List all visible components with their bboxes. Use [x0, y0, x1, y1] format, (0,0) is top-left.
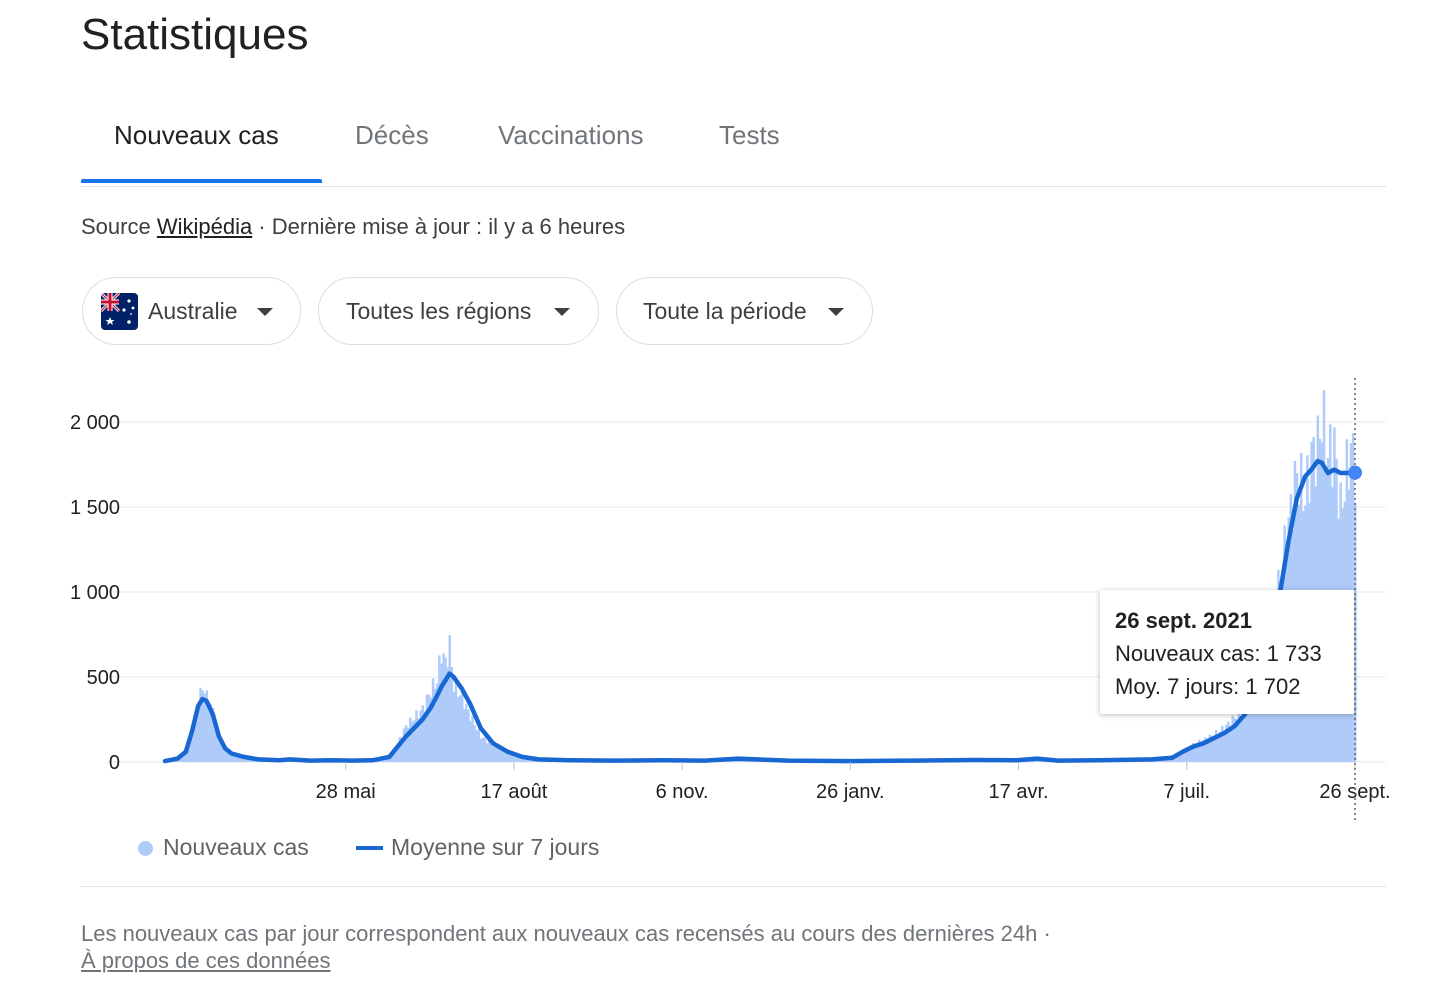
country-dropdown[interactable]: Australie — [82, 277, 301, 345]
legend-new-cases-marker — [138, 841, 153, 856]
x-tick-label: 17 août — [481, 781, 548, 803]
legend-new-cases-label: Nouveaux cas — [163, 834, 309, 860]
country-label: Australie — [148, 298, 238, 324]
tab-nouveaux-cas[interactable]: Nouveaux cas — [114, 120, 279, 151]
australia-flag-icon — [101, 293, 138, 330]
source-link[interactable]: Wikipédia — [157, 214, 252, 239]
y-tick-label: 1 500 — [70, 497, 120, 519]
y-tick-label: 0 — [109, 752, 120, 774]
chevron-down-icon — [257, 308, 273, 316]
source-prefix: Source — [81, 214, 151, 239]
chevron-down-icon — [554, 308, 570, 316]
source-line: Source Wikipédia · Dernière mise à jour … — [81, 214, 625, 240]
x-axis-ticks: 28 mai 17 août 6 nov. 26 janv. 17 avr. 7 juil… — [316, 762, 1391, 803]
chevron-down-icon — [828, 308, 844, 316]
page-title: Statistiques — [81, 10, 309, 59]
tab-bar: Nouveaux cas Décès Vaccinations Tests — [81, 100, 1386, 187]
tooltip-date: 26 sept. 2021 — [1115, 608, 1252, 633]
y-tick-label: 1 000 — [70, 582, 120, 604]
x-tick-label: 26 janv. — [816, 781, 885, 803]
x-tick-label: 28 mai — [316, 781, 376, 803]
last-updated: · Dernière mise à jour : il y a 6 heures — [258, 214, 626, 239]
period-label: Toute la période — [643, 298, 807, 324]
x-tick-label: 6 nov. — [656, 781, 709, 803]
data-footnote: Les nouveaux cas par jour correspondent … — [81, 921, 1051, 946]
tab-tests[interactable]: Tests — [719, 120, 780, 151]
region-label: Toutes les régions — [346, 298, 532, 324]
hover-point — [1348, 465, 1362, 480]
y-axis-labels: 0 500 1 000 1 500 2 000 — [70, 412, 120, 774]
active-tab-indicator — [81, 179, 322, 183]
y-tick-label: 500 — [87, 667, 120, 689]
y-tick-label: 2 000 — [70, 412, 120, 434]
tab-deces[interactable]: Décès — [355, 120, 429, 151]
tab-vaccinations[interactable]: Vaccinations — [498, 120, 644, 151]
legend-average-marker — [356, 846, 383, 850]
about-data-link[interactable]: À propos de ces données — [81, 948, 331, 974]
footer-divider — [81, 886, 1386, 887]
region-dropdown[interactable]: Toutes les régions — [318, 277, 599, 345]
tooltip-average: Moy. 7 jours: 1 702 — [1115, 674, 1301, 699]
legend-average-label: Moyenne sur 7 jours — [391, 834, 600, 860]
tooltip-new-cases: Nouveaux cas: 1 733 — [1115, 641, 1322, 666]
period-dropdown[interactable]: Toute la période — [616, 277, 873, 345]
chart-tooltip: 26 sept. 2021 Nouveaux cas: 1 733 Moy. 7… — [1100, 590, 1354, 714]
x-tick-label: 17 avr. — [989, 781, 1049, 803]
x-tick-label: 7 juil. — [1163, 781, 1210, 803]
